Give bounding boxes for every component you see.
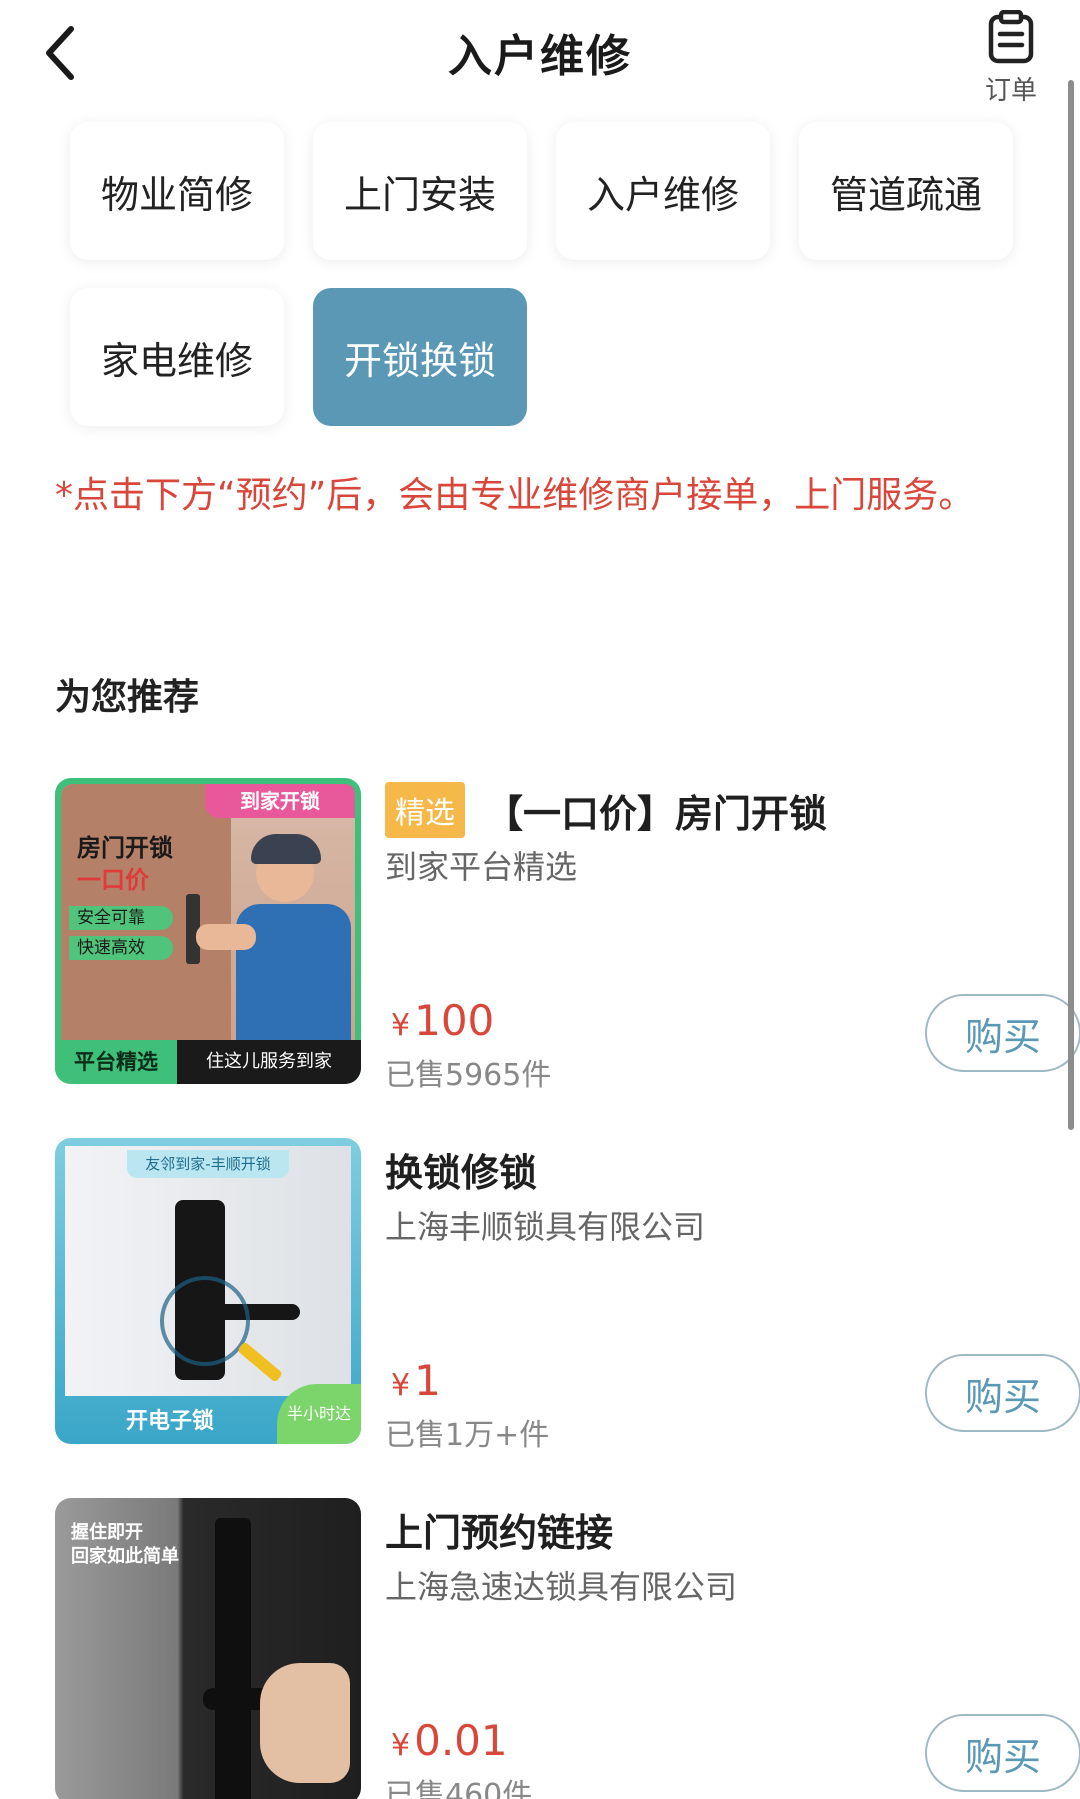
product-price: ¥100	[391, 996, 495, 1045]
thumb-pill: 快速高效	[69, 936, 173, 960]
merchant-name: 上海丰顺锁具有限公司	[385, 1208, 706, 1246]
orders-label: 订单	[984, 76, 1037, 106]
featured-tag: 精选	[385, 782, 465, 838]
product-price: ¥1	[391, 1356, 441, 1405]
category-property-repair[interactable]: 物业简修	[70, 122, 284, 260]
product-title: 上门预约链接	[385, 1511, 614, 1555]
sold-count: 已售460件	[385, 1778, 533, 1799]
product-image: 握住即开 回家如此简单	[55, 1498, 361, 1799]
buy-button[interactable]: 购买	[925, 1714, 1080, 1792]
notice-text: *点击下方“预约”后，会由专业维修商户接单，上门服务。	[55, 475, 975, 516]
page: 入户维修 订单 物业简修 上门安装 入户维修 管道疏通 家电维修 开锁换锁 *点…	[0, 0, 1080, 1799]
product-title: 换锁修锁	[385, 1151, 538, 1195]
product-info: 换锁修锁 上海丰顺锁具有限公司 ¥1 已售1万+件 购买	[385, 1138, 1080, 1453]
buy-button[interactable]: 购买	[925, 1354, 1080, 1432]
thumb-footer-right: 住这儿服务到家	[177, 1040, 361, 1084]
category-home-repair[interactable]: 入户维修	[556, 122, 770, 260]
product-info: 上门预约链接 上海急速达锁具有限公司 ¥0.01 已售460件 购买	[385, 1498, 1080, 1799]
thumb-top-label: 友邻到家-丰顺开锁	[127, 1150, 289, 1178]
thumb-slogan: 握住即开	[71, 1522, 143, 1543]
product-title: 【一口价】房门开锁	[485, 791, 828, 836]
page-title: 入户维修	[448, 31, 632, 82]
product-info: 精选 【一口价】房门开锁 到家平台精选 ¥100 已售5965件 购买	[385, 778, 1080, 1093]
thumb-slogan: 回家如此简单	[71, 1546, 179, 1567]
thumb-headline-price: 一口价	[77, 866, 149, 894]
thumb-headline: 房门开锁	[77, 834, 173, 862]
product-image: 友邻到家-丰顺开锁 开电子锁 半小时达	[55, 1138, 361, 1444]
header: 入户维修 订单	[0, 0, 1080, 115]
category-onsite-install[interactable]: 上门安装	[313, 122, 527, 260]
clipboard-icon	[988, 9, 1034, 64]
thumb-footer-left: 平台精选	[55, 1040, 177, 1084]
product-card[interactable]: 友邻到家-丰顺开锁 开电子锁 半小时达 换锁修锁 上海丰顺锁具有限公司 ¥1 已…	[55, 1138, 1080, 1453]
scrollbar[interactable]	[1068, 80, 1074, 1130]
category-lock-service[interactable]: 开锁换锁	[313, 288, 527, 426]
buy-button[interactable]: 购买	[925, 994, 1080, 1072]
product-image: 到家开锁 房门开锁 一口价 安全可靠 快速高效 平台精选 住这儿服务到家	[55, 778, 361, 1084]
product-card[interactable]: 到家开锁 房门开锁 一口价 安全可靠 快速高效 平台精选 住这儿服务到家 精选 …	[55, 778, 1080, 1093]
thumb-corner-label: 半小时达	[277, 1384, 361, 1444]
product-price: ¥0.01	[391, 1716, 508, 1765]
category-appliance-repair[interactable]: 家电维修	[70, 288, 284, 426]
sold-count: 已售5965件	[385, 1058, 552, 1093]
merchant-name: 上海急速达锁具有限公司	[385, 1568, 738, 1606]
orders-button[interactable]: 订单	[975, 9, 1047, 110]
product-card[interactable]: 握住即开 回家如此简单 上门预约链接 上海急速达锁具有限公司 ¥0.01 已售4…	[55, 1498, 1080, 1799]
thumb-bottom-label: 开电子锁	[125, 1409, 214, 1434]
thumb-badge: 到家开锁	[205, 784, 355, 818]
merchant-name: 到家平台精选	[385, 848, 578, 886]
sold-count: 已售1万+件	[385, 1418, 550, 1453]
thumb-pill: 安全可靠	[69, 906, 173, 930]
category-pipe-dredging[interactable]: 管道疏通	[799, 122, 1013, 260]
section-title: 为您推荐	[55, 677, 200, 718]
